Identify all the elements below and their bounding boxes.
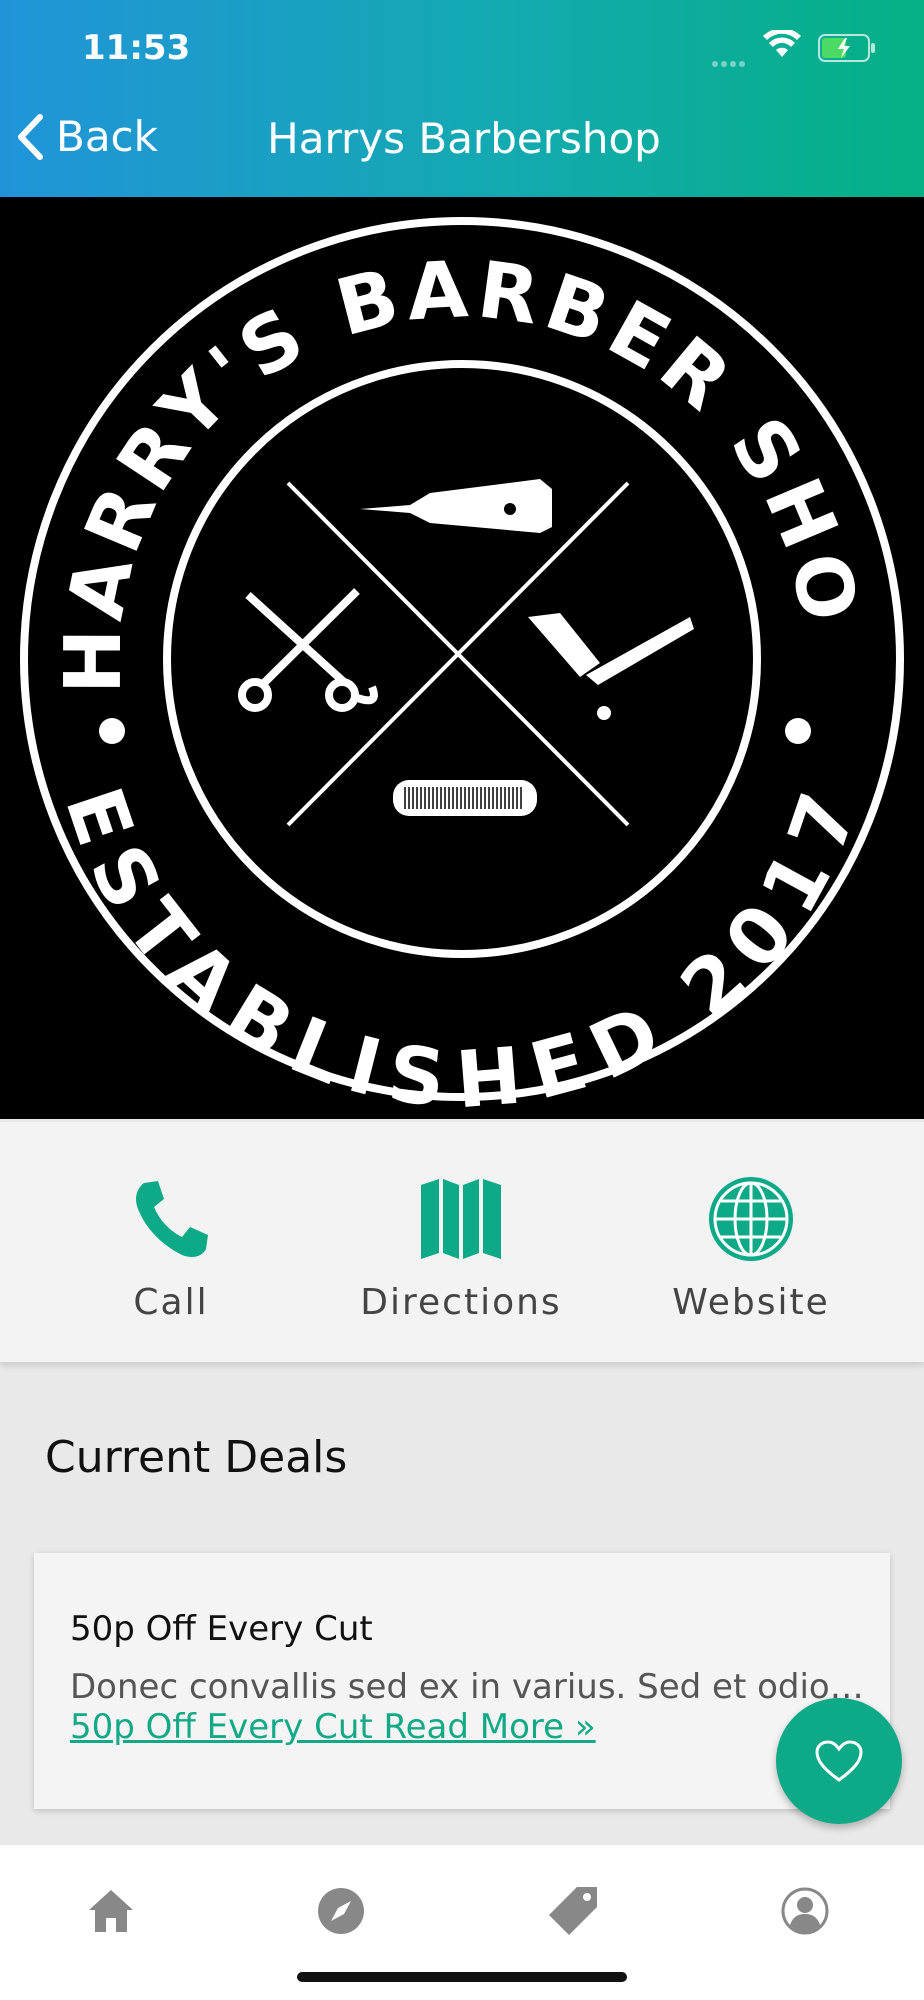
tab-deals[interactable] <box>545 1883 601 1939</box>
action-bar: Call Directions Website <box>0 1122 924 1362</box>
deal-title: 50p Off Every Cut <box>70 1609 373 1649</box>
battery-icon <box>818 34 875 62</box>
website-label: Website <box>672 1282 830 1323</box>
tab-explore[interactable] <box>313 1883 369 1939</box>
home-indicator <box>297 1972 627 1982</box>
clipper-icon <box>360 479 552 533</box>
map-icon <box>421 1179 501 1259</box>
phone-icon <box>136 1181 208 1257</box>
signal-icon <box>712 52 756 67</box>
page-title: Harrys Barbershop <box>267 114 661 163</box>
logo-top-text: HARRY'S BARBER SHOP <box>0 197 874 694</box>
tab-home[interactable] <box>83 1883 139 1939</box>
logo-bottom-text: ESTABLISHED 2017 <box>47 777 877 1119</box>
website-button[interactable]: Website <box>631 1174 871 1323</box>
business-logo-image: HARRY'S BARBER SHOP ESTABLISHED 2017 <box>0 126 924 1126</box>
favorite-button[interactable] <box>776 1698 902 1824</box>
scissors-icon <box>238 588 378 712</box>
globe-icon <box>709 1177 793 1261</box>
comb-icon <box>393 780 537 816</box>
deal-card[interactable]: 50p Off Every Cut Donec convallis sed ex… <box>34 1553 890 1809</box>
tag-icon <box>549 1887 597 1935</box>
app-header: 11:53 Back Harrys Barbershop <box>0 0 924 197</box>
razor-icon <box>528 613 694 720</box>
deal-read-more-link[interactable]: 50p Off Every Cut Read More » <box>70 1707 596 1747</box>
wifi-icon <box>763 30 801 57</box>
status-time: 11:53 <box>82 28 191 68</box>
directions-label: Directions <box>360 1282 562 1323</box>
home-icon <box>89 1890 133 1932</box>
call-button[interactable]: Call <box>51 1174 291 1323</box>
heart-icon <box>815 1740 863 1782</box>
profile-icon <box>781 1887 829 1935</box>
deal-description: Donec convallis sed ex in varius. Sed et… <box>70 1667 870 1707</box>
directions-button[interactable]: Directions <box>341 1174 581 1323</box>
call-label: Call <box>133 1282 209 1323</box>
tab-profile[interactable] <box>777 1883 833 1939</box>
compass-icon <box>318 1888 364 1934</box>
section-title: Current Deals <box>45 1432 348 1483</box>
